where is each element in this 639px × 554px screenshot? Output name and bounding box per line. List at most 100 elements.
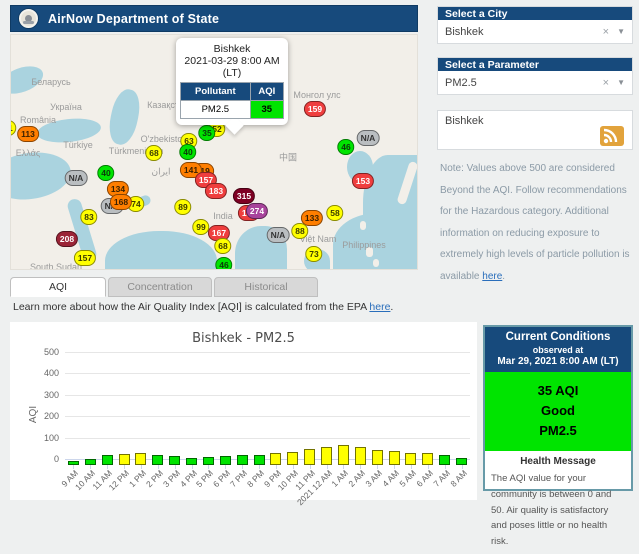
chart-y-tick-label: 500 xyxy=(43,347,59,357)
app-title: AirNow Department of State xyxy=(48,11,220,26)
aqi-marker[interactable]: 159 xyxy=(303,101,327,117)
popup-datetime: 2021-03-29 8:00 AM xyxy=(184,55,280,67)
select-city-header: Select a City xyxy=(438,7,632,20)
observed-at-value: Mar 29, 2021 8:00 AM (LT) xyxy=(497,356,619,367)
aqi-marker[interactable]: 89 xyxy=(174,199,192,215)
aqi-marker[interactable]: 208 xyxy=(55,231,79,247)
map-popup[interactable]: Bishkek 2021-03-29 8:00 AM (LT) Pollutan… xyxy=(176,38,288,125)
note-suffix: . xyxy=(502,270,506,282)
tab-concentration[interactable]: Concentration xyxy=(108,277,212,297)
arabian-sea-shape xyxy=(105,231,217,269)
popup-timezone: (LT) xyxy=(222,67,242,79)
chart-gridline xyxy=(65,352,470,353)
observed-at-label: observed at xyxy=(532,345,584,355)
note-here-link[interactable]: here xyxy=(482,271,502,282)
tab-aqi[interactable]: AQI xyxy=(10,277,106,297)
parameter-clear-icon[interactable]: × xyxy=(603,77,609,89)
chart-bar xyxy=(371,450,383,465)
app-header: AirNow Department of State xyxy=(10,5,418,32)
health-message-block: Health Message The AQI value for your co… xyxy=(485,451,631,553)
chart-bar xyxy=(152,454,164,465)
health-message-text: The AQI value for your community is betw… xyxy=(491,473,612,548)
aqi-marker[interactable]: 58 xyxy=(326,205,344,221)
state-department-seal-icon xyxy=(19,9,38,28)
current-conditions-title: Current Conditions xyxy=(505,331,611,343)
aqi-marker[interactable]: 274 xyxy=(245,203,269,219)
select-parameter-header: Select a Parameter xyxy=(438,58,632,71)
aqi-marker[interactable]: N/A xyxy=(64,170,88,186)
aqi-marker[interactable]: 35 xyxy=(198,125,216,141)
philippines-island-shape xyxy=(373,259,379,267)
view-tabs: AQI Concentration Historical xyxy=(10,277,320,297)
aqi-marker[interactable]: 68 xyxy=(145,145,163,161)
chart-bar xyxy=(135,453,147,465)
learn-more-line: Learn more about how the Air Quality Ind… xyxy=(13,301,393,313)
aqi-marker[interactable]: 168 xyxy=(109,194,133,210)
parameter-select[interactable]: PM2.5 × ▼ xyxy=(438,71,632,94)
aqi-marker[interactable]: 153 xyxy=(351,173,375,189)
chart-bar xyxy=(337,445,349,465)
country-label: România xyxy=(19,115,57,125)
aqi-chart-card: Bishkek - PM2.5 AQI 0 100 200 300 400 500 9 AM… xyxy=(10,322,477,507)
country-label: South Sudan xyxy=(29,262,83,270)
chart-bar xyxy=(253,455,265,465)
aqi-marker[interactable]: 40 xyxy=(97,165,115,181)
popup-aqi-value: 35 xyxy=(249,100,285,119)
chart-bar xyxy=(169,456,181,465)
aqi-marker[interactable]: N/A xyxy=(356,130,380,146)
chart-bar xyxy=(439,455,451,465)
popup-table: Pollutant AQI PM2.5 35 xyxy=(180,82,285,119)
chart-bar xyxy=(118,453,130,465)
rss-feed-icon[interactable] xyxy=(600,126,624,146)
caspian-sea-shape xyxy=(105,86,144,148)
chart-bar xyxy=(388,451,400,465)
aqi-marker[interactable]: 40 xyxy=(179,144,197,160)
airnow-page: AirNow Department of State Беларусь Украї… xyxy=(0,0,639,547)
select-parameter-panel: Select a Parameter PM2.5 × ▼ xyxy=(437,57,633,95)
aqi-marker[interactable]: 68 xyxy=(214,238,232,254)
country-label: Монгол улс xyxy=(293,90,341,100)
country-label: Україна xyxy=(50,102,82,112)
chart-bar xyxy=(101,455,113,465)
chart-bar xyxy=(405,452,417,465)
select-city-panel: Select a City Bishkek × ▼ xyxy=(437,6,633,44)
epa-here-link[interactable]: here xyxy=(369,301,390,313)
chart-bar xyxy=(321,446,333,465)
chart-bar xyxy=(202,456,214,465)
tab-historical[interactable]: Historical xyxy=(214,277,318,297)
city-select-value: Bishkek xyxy=(445,25,484,38)
aqi-marker[interactable]: 83 xyxy=(80,209,98,225)
city-caret-icon[interactable]: ▼ xyxy=(617,27,625,36)
chart-gridline xyxy=(65,416,470,418)
rss-city-label: Bishkek xyxy=(445,115,484,127)
popup-col-aqi: AQI xyxy=(249,82,285,101)
aqi-marker[interactable]: 157 xyxy=(73,250,97,266)
aqi-marker[interactable]: N/A xyxy=(266,227,290,243)
beyond-aqi-note: Note: Values above 500 are considered Be… xyxy=(440,158,632,287)
city-clear-icon[interactable]: × xyxy=(603,26,609,38)
chart-y-axis-label: AQI xyxy=(28,405,40,423)
aqi-map[interactable]: Беларусь Україна România Türkiye Ελλάς Казақс… xyxy=(10,34,418,270)
aqi-marker[interactable]: 81 xyxy=(11,120,17,136)
current-pollutant: PM2.5 xyxy=(539,423,577,439)
popup-pollutant-value: PM2.5 xyxy=(180,100,251,119)
aqi-marker[interactable]: 315 xyxy=(232,188,256,204)
popup-col-pollutant: Pollutant xyxy=(180,82,251,101)
parameter-caret-icon[interactable]: ▼ xyxy=(617,78,625,87)
city-select[interactable]: Bishkek × ▼ xyxy=(438,20,632,43)
chart-plot-area: AQI 0 100 200 300 400 500 9 AM 10 AM 11 AM 12 PM 1… xyxy=(28,347,470,507)
health-message-title: Health Message xyxy=(520,456,596,468)
chart-title: Bishkek - PM2.5 xyxy=(192,331,295,346)
chart-bar xyxy=(354,447,366,465)
aqi-marker[interactable]: 183 xyxy=(204,183,228,199)
taiwan-island-shape xyxy=(360,221,366,230)
learn-more-text: Learn more about how the Air Quality Ind… xyxy=(13,301,370,313)
chart-bar xyxy=(219,456,231,465)
aqi-marker[interactable]: 46 xyxy=(215,257,233,269)
rss-box: Bishkek xyxy=(437,110,633,150)
current-conditions-panel: Current Conditions observed at Mar 29, 2… xyxy=(483,325,633,547)
chart-bar xyxy=(422,453,434,465)
aqi-marker[interactable]: 113 xyxy=(17,126,39,142)
learn-more-suffix: . xyxy=(390,301,394,313)
chart-y-tick-label: 0 xyxy=(53,454,59,464)
